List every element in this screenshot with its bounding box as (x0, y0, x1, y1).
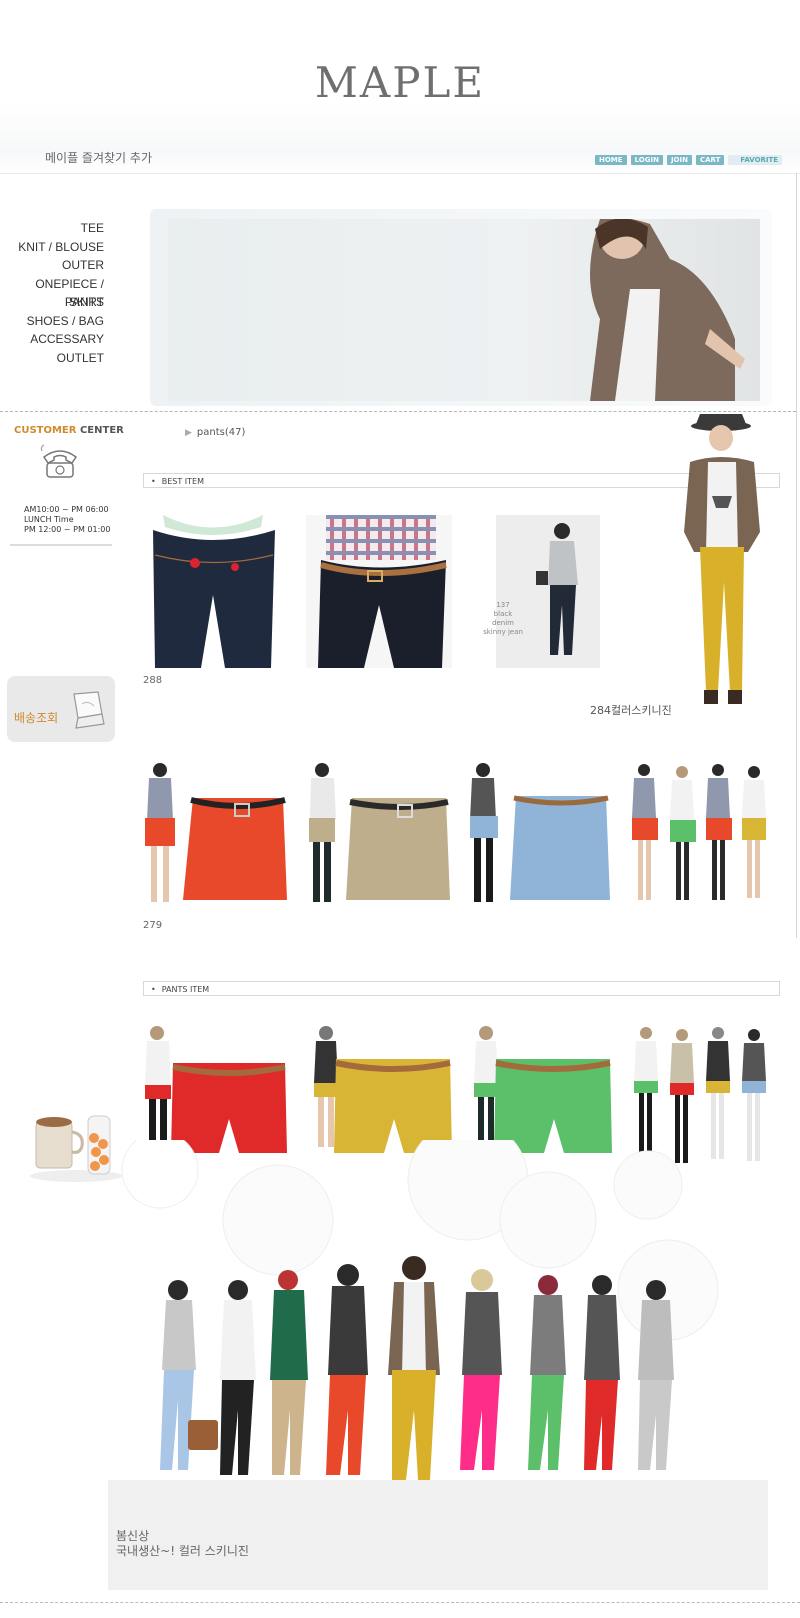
product-279-orange-skirt-image[interactable] (143, 760, 289, 913)
product-belt-jeans-image[interactable] (306, 515, 452, 668)
category-outer[interactable]: OUTER (0, 256, 104, 275)
product-code-279[interactable]: 279 (143, 920, 162, 931)
product-284-caption[interactable]: 284컬러스키니진 (590, 702, 672, 718)
telephone-icon (40, 444, 78, 478)
product-skirt-group-image[interactable] (630, 760, 776, 913)
banner-model-photo (590, 219, 745, 401)
category-shoes-bag[interactable]: SHOES / BAG (0, 312, 104, 331)
category-accessary[interactable]: ACCESSARY (0, 330, 104, 349)
add-favorite-link[interactable]: 메이플 즐겨찾기 추가 (45, 149, 152, 166)
triangle-right-icon: ▶ (185, 428, 192, 438)
category-onepiece-skirt[interactable]: ONEPIECE / SKIRT (0, 275, 104, 310)
site-logo[interactable]: MAPLE (0, 58, 800, 107)
cart-button[interactable]: CART (695, 155, 725, 165)
main-banner-image[interactable] (168, 219, 760, 401)
bottom-divider (0, 1602, 800, 1603)
category-knit-blouse[interactable]: KNIT / BLOUSE (0, 238, 104, 257)
login-button[interactable]: LOGIN (630, 155, 663, 165)
category-menu: TEE KNIT / BLOUSE OUTER ONEPIECE / SKIRT… (0, 219, 104, 367)
product-288-image[interactable] (143, 515, 283, 668)
product-khaki-skirt-image[interactable] (306, 760, 452, 913)
bottom-caption: 봄신상 국내생산~! 컬러 스키니진 (116, 1529, 249, 1558)
right-border (796, 173, 797, 938)
product-137-image[interactable] (496, 515, 600, 668)
home-button[interactable]: HOME (595, 155, 627, 165)
product-284-image[interactable] (676, 412, 766, 722)
top-navigation: HOME LOGIN JOIN CART FAVORITE (595, 155, 783, 165)
shipping-tracking-label: 배송조회 (14, 711, 59, 725)
breadcrumb: ▶ pants(47) (185, 427, 246, 438)
pants-item-header: • PANTS ITEM (143, 981, 780, 996)
customer-center-underline (10, 544, 112, 546)
business-hours: AM10:00 ~ PM 06:00 LUNCH Time PM 12:00 ~… (24, 505, 111, 534)
category-pants[interactable]: PANTS (0, 293, 104, 312)
favorite-button[interactable]: FAVORITE (728, 155, 783, 165)
join-button[interactable]: JOIN (666, 155, 692, 165)
header-divider (0, 173, 800, 174)
category-tee[interactable]: TEE (0, 219, 104, 238)
laptop-icon (73, 691, 105, 729)
customer-center-title: CUSTOMER CENTER (14, 425, 124, 436)
product-137-caption: 137 black denim skinny jean (483, 601, 523, 636)
category-outlet[interactable]: OUTLET (0, 349, 104, 368)
group-model-photo[interactable] (108, 1140, 768, 1590)
product-code-288[interactable]: 288 (143, 675, 162, 686)
product-blue-skirt-image[interactable] (466, 760, 612, 913)
